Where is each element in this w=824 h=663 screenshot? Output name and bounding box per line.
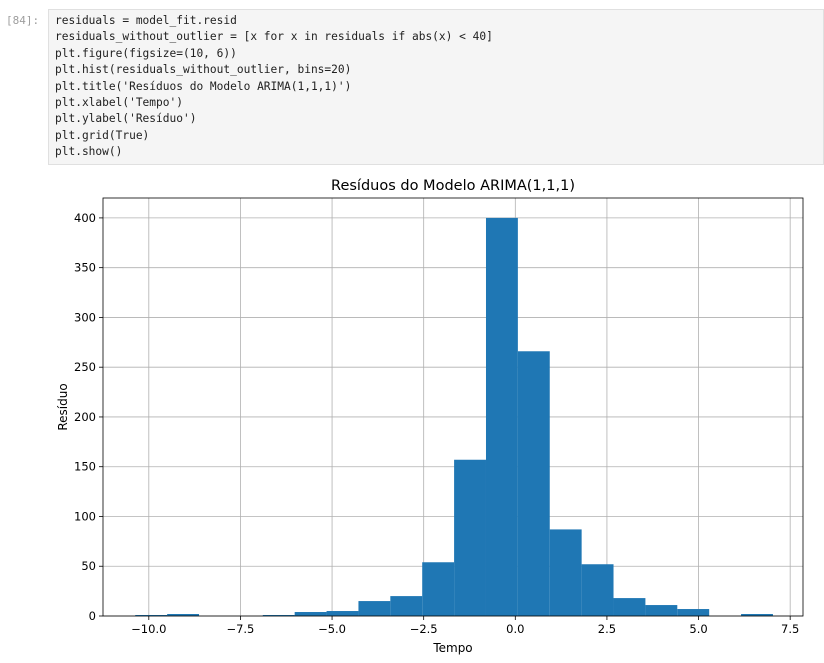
x-tick-label: 2.5: [598, 622, 616, 636]
y-tick-label: 200: [74, 410, 96, 424]
grid: [103, 198, 803, 617]
cell-output: −10.0 −7.5 −5.0 −2.5 0.0 2.5 5.0 7.5 0 50 100 150 2…: [0, 168, 824, 663]
chart-title: Resíduos do Modelo ARIMA(1,1,1): [331, 178, 575, 194]
code-line-1: residuals = model_fit.resid: [55, 14, 237, 27]
code-line-5: plt.title('Resíduos do Modelo ARIMA(1,1,…: [55, 79, 352, 93]
cell-prompt: [84]:: [6, 14, 40, 27]
x-tick-label: −2.5: [410, 622, 438, 636]
y-tick-label: 50: [81, 559, 96, 573]
x-tick-label: 5.0: [689, 622, 707, 636]
code-line-4: plt.hist(residuals_without_outlier, bins…: [55, 63, 352, 77]
y-tick-label: 250: [74, 360, 96, 374]
y-tick-label: 150: [74, 460, 96, 474]
code-line-6: plt.xlabel('Tempo'): [55, 96, 183, 110]
histogram-chart: −10.0 −7.5 −5.0 −2.5 0.0 2.5 5.0 7.5 0 50 100 150 2…: [56, 178, 804, 655]
y-axis-ticks: 0 50 100 150 200 250 300 350 400: [74, 211, 103, 623]
y-tick-label: 400: [74, 211, 96, 225]
histogram-bar: [677, 609, 710, 616]
histogram-bar: [517, 351, 550, 616]
histogram-bar: [645, 605, 678, 616]
y-axis-label: Resíduo: [56, 383, 70, 430]
code-line-2: residuals_without_outlier = [x for x in …: [55, 30, 493, 44]
x-tick-label: −5.0: [318, 622, 346, 636]
histogram-bar: [454, 459, 486, 616]
histogram-bar: [581, 564, 614, 616]
y-tick-label: 0: [89, 609, 96, 623]
code-line-7: plt.ylabel('Resíduo'): [55, 112, 197, 126]
x-tick-label: 7.5: [781, 622, 799, 636]
code-line-3: plt.figure(figsize=(10, 6)): [55, 46, 237, 60]
y-tick-label: 100: [74, 509, 96, 523]
x-axis-label: Tempo: [432, 641, 472, 655]
histogram-bar: [485, 217, 518, 616]
code-line-9: plt.show(): [55, 145, 123, 159]
histogram-bar: [422, 562, 455, 616]
histogram-bar: [549, 529, 582, 616]
code-text[interactable]: residuals = model_fit.resid residuals_wi…: [55, 13, 493, 161]
y-tick-label: 350: [74, 261, 96, 275]
plot-frame: [102, 197, 804, 617]
x-axis-ticks: −10.0 −7.5 −5.0 −2.5 0.0 2.5 5.0 7.5: [131, 616, 799, 636]
histogram-bar: [326, 611, 359, 616]
histogram-bar: [613, 598, 646, 616]
histogram-bar: [358, 601, 391, 616]
x-tick-label: −7.5: [226, 622, 254, 636]
x-tick-label: −10.0: [131, 622, 166, 636]
histogram-bar: [390, 596, 423, 616]
code-line-8: plt.grid(True): [55, 128, 150, 142]
y-tick-label: 300: [74, 310, 96, 324]
x-tick-label: 0.0: [506, 622, 524, 636]
histogram-bar: [294, 612, 327, 616]
